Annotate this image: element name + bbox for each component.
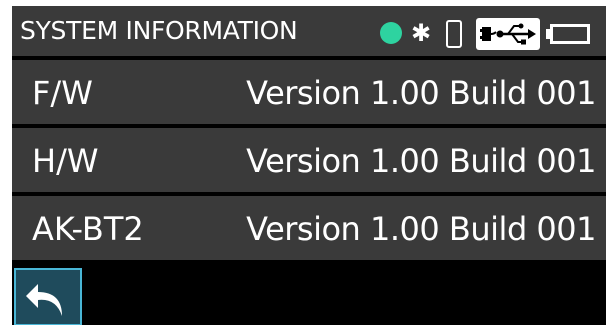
info-row-fw: F/W Version 1.00 Build 001 [12,60,606,124]
info-row-hw: H/W Version 1.00 Build 001 [12,128,606,192]
back-button[interactable] [14,268,82,325]
back-arrow-icon [26,284,62,316]
row-value: Version 1.00 Build 001 [246,74,596,112]
phone-icon [446,20,462,48]
status-bar: SYSTEM INFORMATION ✱ [12,6,606,58]
usb-glyph [480,23,536,45]
battery-icon [550,24,590,44]
page-title: SYSTEM INFORMATION [20,16,298,45]
row-value: Version 1.00 Build 001 [246,142,596,180]
row-label: H/W [32,142,99,180]
bluetooth-icon: ✱ [410,19,432,47]
usb-icon [476,18,540,50]
row-label: AK-BT2 [32,210,144,248]
row-label: F/W [32,74,93,112]
device-screen: SYSTEM INFORMATION ✱ F/W Version 1.00 Bu… [12,6,606,325]
status-dot-icon [380,22,402,44]
info-row-akbt2: AK-BT2 Version 1.00 Build 001 [12,196,606,260]
row-value: Version 1.00 Build 001 [246,210,596,248]
